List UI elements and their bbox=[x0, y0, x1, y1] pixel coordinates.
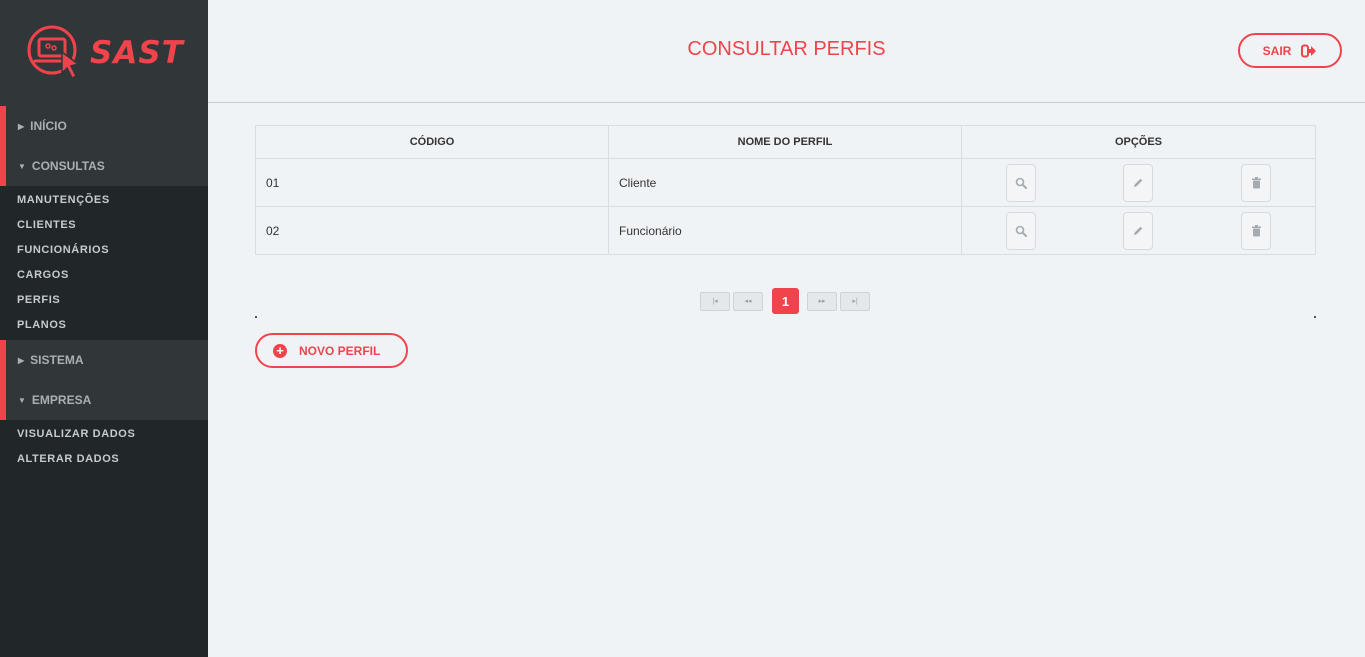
cell-name: Cliente bbox=[608, 158, 962, 207]
delete-button[interactable] bbox=[1241, 163, 1272, 202]
caret-right-icon: ▶ bbox=[18, 355, 25, 365]
pencil-icon bbox=[1134, 226, 1143, 235]
caret-right-icon: ▶ bbox=[18, 121, 25, 131]
search-icon bbox=[1015, 177, 1027, 189]
sidebar-item-clientes[interactable]: CLIENTES bbox=[0, 213, 208, 238]
column-header-code[interactable]: CÓDIGO bbox=[255, 125, 609, 159]
edit-button[interactable] bbox=[1123, 211, 1154, 250]
logout-label: SAIR bbox=[1262, 43, 1292, 58]
sidebar-section-empresa[interactable]: ▼ EMPRESA bbox=[0, 380, 208, 420]
caret-down-icon: ▼ bbox=[18, 395, 26, 405]
plus-circle-icon: + bbox=[273, 343, 287, 358]
cell-options bbox=[961, 206, 1316, 255]
cell-code: 02 bbox=[255, 206, 609, 255]
sidebar-item-planos[interactable]: PLANOS bbox=[0, 313, 208, 338]
search-icon bbox=[1015, 225, 1027, 237]
edit-button[interactable] bbox=[1123, 163, 1154, 202]
sidebar-item-visualizar-dados[interactable]: VISUALIZAR DADOS bbox=[0, 422, 208, 447]
trash-icon bbox=[1251, 224, 1261, 236]
sidebar-section-inicio[interactable]: ▶ INÍCIO bbox=[0, 106, 208, 146]
monitor-cursor-icon bbox=[27, 25, 80, 80]
sidebar-item-funcionarios[interactable]: FUNCIONÁRIOS bbox=[0, 238, 208, 263]
sidebar-item-perfis[interactable]: PERFIS bbox=[0, 288, 208, 313]
logo[interactable]: SAST bbox=[0, 0, 208, 106]
sidebar-section-label: SISTEMA bbox=[30, 353, 84, 367]
sidebar-item-cargos[interactable]: CARGOS bbox=[0, 263, 208, 288]
logout-button[interactable]: SAIR bbox=[1238, 33, 1342, 68]
cell-options bbox=[961, 158, 1316, 207]
table-header-row: CÓDIGO NOME DO PERFIL OPÇÕES bbox=[255, 125, 1316, 159]
cell-name: Funcionário bbox=[608, 206, 962, 255]
prev-page-button[interactable]: ◂◂ bbox=[733, 291, 763, 311]
next-page-button[interactable]: ▸▸ bbox=[807, 291, 837, 311]
pencil-icon bbox=[1134, 178, 1143, 187]
sidebar-section-label: CONSULTAS bbox=[31, 159, 105, 173]
divider-dot-right bbox=[1314, 316, 1316, 318]
pagination: |◂ ◂◂ 1 ▸▸ ▸| bbox=[700, 288, 873, 314]
table-row: 02 Funcionário bbox=[255, 206, 1316, 255]
sign-out-icon bbox=[1301, 44, 1317, 57]
view-button[interactable] bbox=[1005, 163, 1036, 202]
sidebar-section-sistema[interactable]: ▶ SISTEMA bbox=[0, 340, 208, 380]
sidebar-section-label: INÍCIO bbox=[30, 119, 67, 133]
divider-dot-left bbox=[255, 316, 257, 318]
first-page-button[interactable]: |◂ bbox=[700, 291, 730, 311]
trash-icon bbox=[1251, 176, 1261, 188]
cell-code: 01 bbox=[255, 158, 609, 207]
sidebar-section-consultas[interactable]: ▼ CONSULTAS bbox=[0, 146, 208, 186]
header: CONSULTAR PERFIS SAIR bbox=[208, 0, 1365, 103]
brand-name: SAST bbox=[90, 35, 184, 71]
new-profile-button[interactable]: + NOVO PERFIL bbox=[255, 333, 408, 368]
sidebar-submenu-empresa: VISUALIZAR DADOS ALTERAR DADOS bbox=[0, 420, 208, 474]
view-button[interactable] bbox=[1005, 211, 1036, 250]
sidebar: SAST ▶ INÍCIO ▼ CONSULTAS MANUTENÇÕES CL… bbox=[0, 0, 208, 657]
delete-button[interactable] bbox=[1241, 211, 1272, 250]
profiles-table: CÓDIGO NOME DO PERFIL OPÇÕES 01 Cliente bbox=[255, 125, 1316, 255]
sidebar-submenu-consultas: MANUTENÇÕES CLIENTES FUNCIONÁRIOS CARGOS… bbox=[0, 186, 208, 340]
sidebar-item-alterar-dados[interactable]: ALTERAR DADOS bbox=[0, 447, 208, 472]
page-title: CONSULTAR PERFIS bbox=[687, 38, 886, 60]
sidebar-item-manutencoes[interactable]: MANUTENÇÕES bbox=[0, 188, 208, 213]
column-header-options: OPÇÕES bbox=[961, 125, 1316, 159]
current-page-button[interactable]: 1 bbox=[772, 288, 799, 314]
table-row: 01 Cliente bbox=[255, 158, 1316, 207]
last-page-button[interactable]: ▸| bbox=[840, 291, 870, 311]
sidebar-section-label: EMPRESA bbox=[31, 393, 92, 407]
new-profile-label: NOVO PERFIL bbox=[299, 343, 381, 358]
column-header-name[interactable]: NOME DO PERFIL bbox=[608, 125, 962, 159]
caret-down-icon: ▼ bbox=[18, 161, 26, 171]
